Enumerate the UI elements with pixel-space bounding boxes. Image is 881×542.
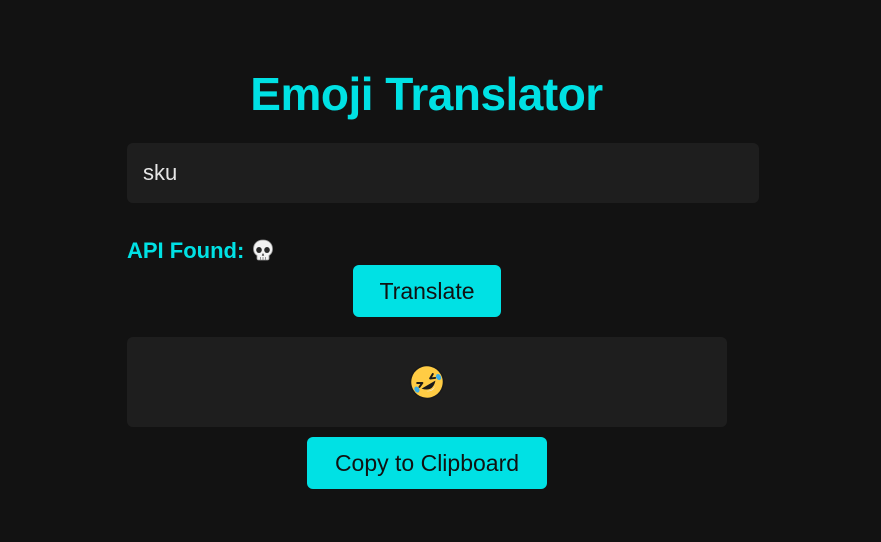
api-status: API Found: [127, 236, 274, 266]
page-title: Emoji Translator [250, 68, 603, 120]
copy-to-clipboard-button[interactable]: Copy to Clipboard [307, 437, 547, 489]
translate-button[interactable]: Translate [353, 265, 501, 317]
rolling-on-floor-laughing-emoji-icon [408, 363, 446, 401]
api-status-label: API Found: [127, 238, 245, 263]
app-page: Emoji Translator API Found: Translate [0, 0, 881, 542]
output-box [127, 337, 727, 427]
skull-icon [252, 239, 274, 263]
text-input[interactable] [127, 143, 759, 203]
